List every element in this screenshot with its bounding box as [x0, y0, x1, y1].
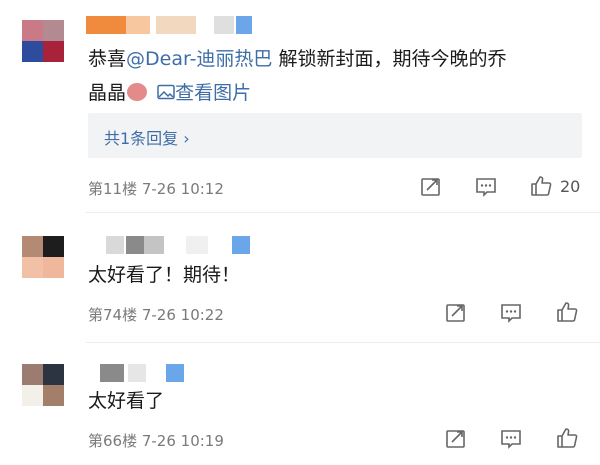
- username[interactable]: [86, 364, 206, 386]
- view-image-label: 查看图片: [175, 82, 252, 104]
- username[interactable]: [86, 236, 256, 258]
- like-icon[interactable]: [556, 427, 578, 449]
- avatar[interactable]: [22, 236, 64, 278]
- comment-text: 太好看了！期待！: [88, 264, 241, 286]
- comment-meta: 第66楼 7-26 10:19: [88, 432, 224, 450]
- emoji-icon: [127, 83, 148, 101]
- avatar[interactable]: [22, 20, 64, 62]
- divider: [86, 212, 600, 213]
- like-icon[interactable]: [556, 301, 578, 323]
- comment-text-prefix: 恭喜: [88, 48, 127, 70]
- comment-meta: 第11楼 7-26 10:12: [88, 180, 224, 198]
- comment-icon[interactable]: [475, 176, 497, 198]
- user-mention-link[interactable]: @Dear-迪丽热巴: [126, 48, 272, 70]
- reply-count-label: 共1条回复 ›: [104, 129, 190, 148]
- view-image-link[interactable]: 查看图片: [153, 82, 251, 104]
- comment-item: 恭喜@Dear-迪丽热巴 解锁新封面，期待今晚的乔 晶晶 查看图片 共1条回复 …: [0, 0, 600, 210]
- username[interactable]: [86, 16, 266, 38]
- image-icon: [157, 84, 175, 100]
- reply-summary[interactable]: 共1条回复 ›: [88, 113, 582, 158]
- comment-icon[interactable]: [500, 302, 522, 324]
- comment-text: 恭喜@Dear-迪丽热巴 解锁新封面，期待今晚的乔 晶晶 查看图片: [88, 42, 506, 110]
- like-icon[interactable]: [530, 175, 552, 197]
- comment-item: 太好看了！期待！ 第74楼 7-26 10:22: [0, 214, 600, 344]
- share-icon[interactable]: [420, 176, 442, 198]
- share-icon[interactable]: [445, 302, 467, 324]
- like-count: 20: [560, 177, 581, 196]
- comment-text-rest: 解锁新封面，期待今晚的乔: [272, 48, 507, 70]
- comment-item: 太好看了 第66楼 7-26 10:19: [0, 344, 600, 465]
- comment-text: 太好看了: [88, 390, 165, 412]
- share-icon[interactable]: [445, 428, 467, 450]
- comment-meta: 第74楼 7-26 10:22: [88, 306, 224, 324]
- avatar[interactable]: [22, 364, 64, 406]
- divider: [86, 342, 600, 343]
- comment-text-line2: 晶晶: [88, 82, 127, 104]
- comment-icon[interactable]: [500, 428, 522, 450]
